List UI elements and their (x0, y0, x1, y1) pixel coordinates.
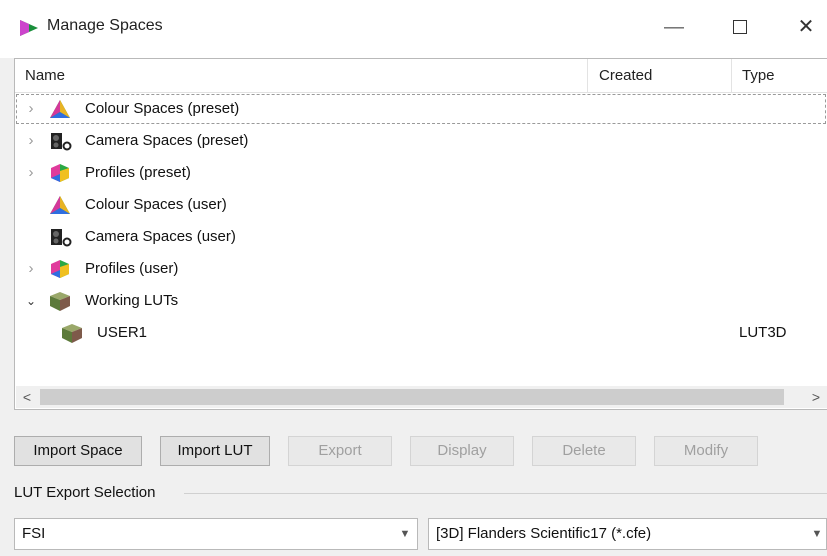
horizontal-scrollbar[interactable]: < > (16, 386, 827, 408)
scrollbar-thumb[interactable] (40, 389, 784, 405)
profiles-icon (51, 164, 69, 182)
colour-spaces-icon (50, 196, 70, 214)
tree-row-type: LUT3D (739, 324, 787, 341)
camera-icon (51, 229, 72, 247)
lut-format-select[interactable]: [3D] Flanders Scientific17 (*.cfe) ▼ (428, 518, 827, 550)
lut-device-value: FSI (22, 525, 46, 542)
tree-row-camera-spaces-user[interactable]: Camera Spaces (user) (15, 221, 827, 253)
minimize-button[interactable]: — (654, 10, 694, 44)
colour-spaces-icon (50, 100, 70, 118)
tree-row-profiles-user[interactable]: › Profiles (user) (15, 253, 827, 285)
app-icon (20, 20, 38, 36)
import-lut-button[interactable]: Import LUT (160, 436, 270, 466)
tree-row-profiles-preset[interactable]: › Profiles (preset) (15, 157, 827, 189)
chevron-down-icon[interactable]: ▼ (807, 519, 827, 549)
lut-device-select[interactable]: FSI ▼ (14, 518, 418, 550)
tree-row-label: Camera Spaces (preset) (85, 132, 249, 149)
tree-row-colour-spaces-preset[interactable]: › Colour Spaces (preset) (15, 93, 827, 125)
close-button[interactable]: ✕ (786, 10, 826, 44)
window-title: Manage Spaces (47, 17, 163, 34)
tree-row-label: Profiles (user) (85, 260, 179, 277)
tree-row-camera-spaces-preset[interactable]: › Camera Spaces (preset) (15, 125, 827, 157)
tree-row-label: Profiles (preset) (85, 164, 191, 181)
tree-header: Name Created Type (15, 59, 827, 93)
profiles-icon (51, 260, 69, 278)
scroll-right-arrow[interactable]: > (805, 386, 827, 408)
tree-row-label: USER1 (97, 324, 148, 341)
lut-export-group-label: LUT Export Selection (14, 484, 156, 501)
tree-row-label: Colour Spaces (user) (85, 196, 227, 213)
expand-arrow-icon[interactable] (23, 189, 39, 221)
tree-row-user1[interactable]: USER1 LUT3D (15, 317, 827, 349)
delete-button[interactable]: Delete (532, 436, 636, 466)
display-button[interactable]: Display (410, 436, 514, 466)
tree-row-label: Working LUTs (85, 292, 179, 309)
title-bar: Manage Spaces — ✕ (0, 0, 827, 58)
scroll-left-arrow[interactable]: < (16, 386, 38, 408)
expand-arrow-icon[interactable]: › (23, 157, 39, 189)
column-header-created[interactable]: Created (599, 59, 652, 92)
column-divider[interactable] (587, 59, 588, 92)
expand-arrow-icon[interactable] (23, 221, 39, 253)
import-space-button[interactable]: Import Space (14, 436, 142, 466)
tree-row-working-luts[interactable]: ⌄ Working LUTs (15, 285, 827, 317)
export-button[interactable]: Export (288, 436, 392, 466)
lut-cube-icon (62, 324, 82, 343)
collapse-arrow-icon[interactable]: ⌄ (23, 285, 39, 317)
tree-row-label: Camera Spaces (user) (85, 228, 236, 245)
column-divider[interactable] (731, 59, 732, 92)
expand-arrow-icon[interactable]: › (23, 253, 39, 285)
maximize-button[interactable] (720, 10, 760, 44)
camera-icon (51, 133, 72, 151)
chevron-down-icon[interactable]: ▼ (395, 519, 415, 549)
modify-button[interactable]: Modify (654, 436, 758, 466)
maximize-icon (733, 20, 747, 35)
lut-cube-icon (50, 292, 70, 311)
tree-row-colour-spaces-user[interactable]: Colour Spaces (user) (15, 189, 827, 221)
group-divider (184, 493, 827, 494)
column-header-name[interactable]: Name (25, 59, 65, 92)
tree-row-label: Colour Spaces (preset) (85, 100, 240, 117)
column-header-type[interactable]: Type (742, 59, 775, 92)
lut-format-value: [3D] Flanders Scientific17 (*.cfe) (436, 525, 652, 542)
spaces-tree[interactable]: Name Created Type › Colour Spaces (prese… (14, 58, 827, 410)
expand-arrow-icon[interactable]: › (23, 93, 39, 125)
expand-arrow-icon[interactable]: › (23, 125, 39, 157)
